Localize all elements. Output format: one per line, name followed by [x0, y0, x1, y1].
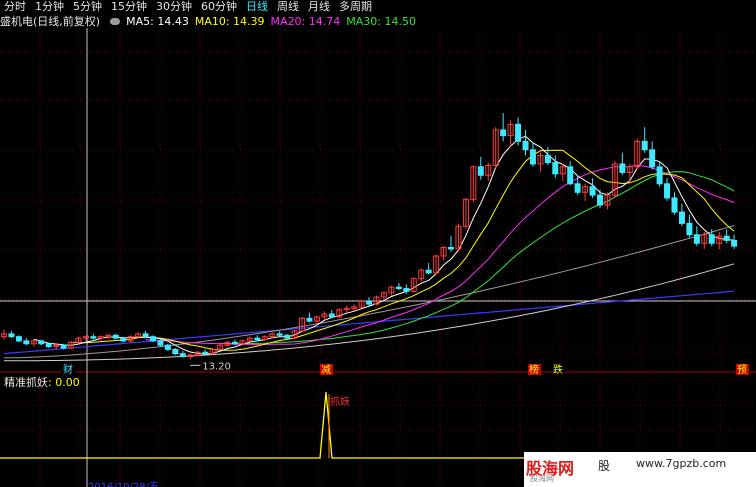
candle-body: [38, 340, 45, 345]
candle-body: [202, 351, 209, 355]
tab-60min[interactable]: 60分钟: [197, 0, 242, 14]
candle-body: [120, 337, 127, 342]
ma30-label: MA30:: [346, 14, 381, 28]
candle-body: [231, 341, 238, 345]
candle-body: [515, 123, 522, 142]
candle-body: [172, 348, 179, 355]
ma20-label: MA20:: [270, 14, 306, 28]
candle-body: [150, 336, 156, 342]
period-tab-bar: 分时 1分钟 5分钟 15分钟 30分钟 60分钟 日线 周线 月线 多周期: [0, 0, 756, 14]
indicator-label: 精准抓妖: 0.00: [4, 374, 80, 390]
candle-body: [656, 166, 663, 185]
indicator-line: [0, 391, 756, 459]
candle-body: [529, 149, 536, 165]
candle-body: [589, 186, 596, 196]
tab-30min[interactable]: 30分钟: [152, 0, 197, 14]
ma5-readout: MA5: 14.43: [126, 15, 189, 28]
candle-body: [179, 353, 186, 358]
candle-body: [328, 313, 335, 318]
candle-body: [552, 162, 559, 175]
event-marker: 预: [737, 364, 747, 376]
candle-body: [448, 246, 454, 250]
candle-body: [254, 337, 261, 341]
candle-body: [8, 333, 15, 338]
ma-settings-button[interactable]: [110, 17, 121, 25]
candle-body: [500, 129, 507, 137]
stock-title: 盛机电(日线,前复权): [0, 15, 101, 28]
watermark-sub: 股海网: [530, 474, 554, 483]
watermark-brand2: 股: [598, 459, 611, 473]
ma30-readout: MA30: 14.50: [346, 15, 416, 28]
candle-body: [678, 211, 685, 224]
watermark-url: www.7gpzb.com: [636, 457, 727, 470]
candle-body: [60, 344, 67, 349]
ma30-value: 14.50: [384, 14, 416, 28]
candle-body: [723, 235, 730, 241]
candle-body: [142, 333, 149, 338]
date-readout: 2016/10/28/五: [88, 482, 159, 487]
event-marker: 跌: [553, 363, 563, 376]
ma30-line: [220, 171, 735, 345]
candle-body: [90, 336, 97, 339]
candle-body: [276, 333, 283, 336]
candle-body: [366, 300, 373, 305]
candle-body: [641, 140, 648, 151]
ma10-value: 14.39: [233, 14, 265, 28]
event-marker: 减: [321, 364, 331, 376]
tab-15min[interactable]: 15分钟: [107, 0, 152, 14]
signal-label: 抓妖: [330, 395, 350, 408]
ma5-value: 14.43: [157, 14, 189, 28]
tab-daily[interactable]: 日线: [242, 0, 273, 14]
low-price-label: 13.20: [202, 361, 231, 372]
tab-1min[interactable]: 1分钟: [31, 0, 69, 14]
candle-body: [403, 288, 410, 292]
candle-body: [23, 340, 30, 345]
candle-body: [544, 154, 551, 164]
ma20-value: 14.74: [308, 14, 341, 28]
kline-window: 13.20财减榜跌预抓妖2016/10/28/五 分时 1分钟 5分钟 15分钟…: [0, 0, 756, 487]
ma10-label: MA10:: [194, 14, 230, 28]
candle-body: [306, 317, 313, 322]
candle-body: [619, 163, 626, 173]
candle-body: [284, 334, 291, 339]
candle-body: [112, 334, 119, 339]
candle-body: [477, 166, 484, 176]
candle-body: [395, 286, 402, 290]
ma20-readout: MA20: 14.74: [271, 15, 341, 28]
candle-body: [731, 239, 738, 247]
ma5-label: MA5:: [126, 14, 154, 28]
tab-5min[interactable]: 5分钟: [69, 0, 107, 14]
candle-body: [649, 149, 656, 168]
candle-body: [693, 234, 700, 244]
candle-body: [574, 183, 581, 193]
candle-body: [425, 269, 432, 274]
kline-chart[interactable]: 13.20财减榜跌预抓妖2016/10/28/五: [0, 0, 756, 487]
candle-body: [708, 234, 715, 244]
ma10-readout: MA10: 14.39: [195, 15, 265, 28]
event-marker: 榜: [529, 363, 539, 376]
tab-intraday[interactable]: 分时: [0, 0, 31, 14]
watermark: 股海网 股 www.7gpzb.com 股海网: [524, 452, 756, 487]
tab-multi-period[interactable]: 多周期: [335, 0, 377, 14]
candle-body: [671, 197, 678, 213]
candle-body: [522, 140, 529, 151]
tab-weekly[interactable]: 周线: [273, 0, 304, 14]
candle-body: [597, 194, 603, 206]
indicator-name: 精准抓妖: [4, 376, 48, 389]
ma10-line: [70, 149, 735, 351]
tab-monthly[interactable]: 月线: [304, 0, 335, 14]
candle-body: [664, 183, 671, 199]
candle-body: [15, 336, 22, 342]
candle-body: [686, 222, 693, 236]
candle-body: [157, 340, 164, 346]
candle-body: [164, 344, 171, 350]
ma-info-line: 盛机电(日线,前复权) MA5: 14.43 MA10: 14.39 MA20:…: [0, 14, 422, 29]
candle-body: [567, 166, 574, 185]
indicator-value: : 0.00: [48, 376, 80, 389]
candle-body: [45, 343, 52, 348]
